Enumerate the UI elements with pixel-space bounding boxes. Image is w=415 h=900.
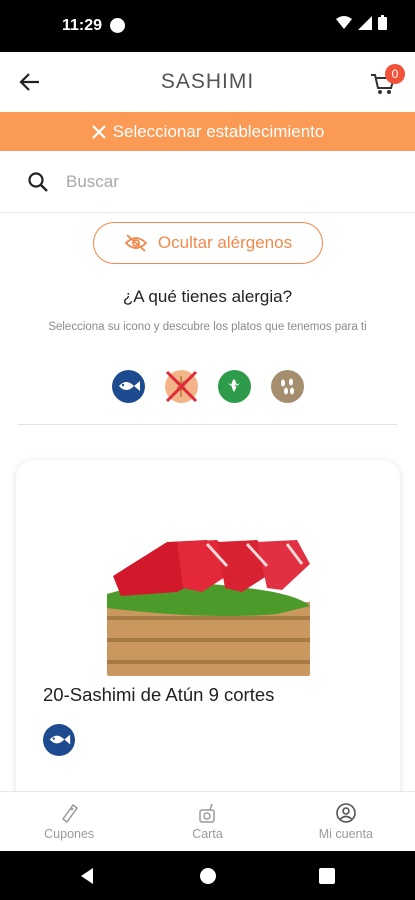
fish-allergen-icon xyxy=(43,724,75,756)
wifi-icon xyxy=(336,15,352,29)
product-card[interactable]: 20-Sashimi de Atún 9 cortes xyxy=(16,460,400,820)
product-name: 20-Sashimi de Atún 9 cortes xyxy=(43,684,275,705)
allergy-question: ¿A qué tienes alergia? xyxy=(122,287,293,306)
search-input[interactable] xyxy=(66,167,386,197)
product-image xyxy=(107,536,310,676)
nav-item-menu[interactable]: Carta xyxy=(138,792,276,851)
account-icon xyxy=(336,803,356,823)
cutlery-icon xyxy=(91,124,106,139)
battery-icon xyxy=(378,15,387,30)
status-time: 11:29 xyxy=(62,17,103,34)
select-establishment-label: Seleccionar establecimiento xyxy=(112,121,325,141)
system-back-icon[interactable] xyxy=(78,867,96,885)
nav-label-coupons: Cupones xyxy=(44,827,95,841)
hide-allergens-label: Ocultar alérgenos xyxy=(157,233,293,252)
coupon-icon xyxy=(62,803,79,824)
allergy-hint: Selecciona su icono y descubre los plato… xyxy=(48,321,367,333)
system-home-icon[interactable] xyxy=(199,867,217,885)
allergen-filter-list xyxy=(0,370,415,404)
status-bar: 11:29 xyxy=(0,0,415,52)
signal-icon xyxy=(358,15,372,30)
hide-allergens-button[interactable]: Ocultar alérgenos xyxy=(93,222,323,264)
app-bar: SASHIMI 0 xyxy=(0,52,415,112)
menu-icon xyxy=(199,803,216,823)
search-bar xyxy=(0,151,415,213)
celery-allergen-icon[interactable] xyxy=(217,370,251,403)
notification-icon xyxy=(110,18,125,33)
search-icon[interactable] xyxy=(27,171,49,193)
nav-label-menu: Carta xyxy=(192,827,223,841)
sesame-allergen-icon[interactable] xyxy=(270,370,304,403)
page-title: SASHIMI xyxy=(160,70,255,93)
bottom-navigation: Cupones Carta Mi cuenta xyxy=(0,791,415,851)
fish-allergen-icon[interactable] xyxy=(111,370,145,403)
nav-label-account: Mi cuenta xyxy=(318,827,373,841)
select-establishment-button[interactable]: Seleccionar establecimiento xyxy=(0,112,415,151)
system-navigation-bar xyxy=(0,851,415,900)
gluten-allergen-icon-crossed[interactable] xyxy=(164,370,198,403)
nav-item-coupons[interactable]: Cupones xyxy=(0,792,138,851)
nav-item-account[interactable]: Mi cuenta xyxy=(277,792,415,851)
section-divider xyxy=(18,424,397,425)
cart-count-badge: 0 xyxy=(385,64,405,84)
system-recents-icon[interactable] xyxy=(318,867,336,885)
status-icons xyxy=(336,15,387,30)
eye-off-icon xyxy=(124,234,148,252)
